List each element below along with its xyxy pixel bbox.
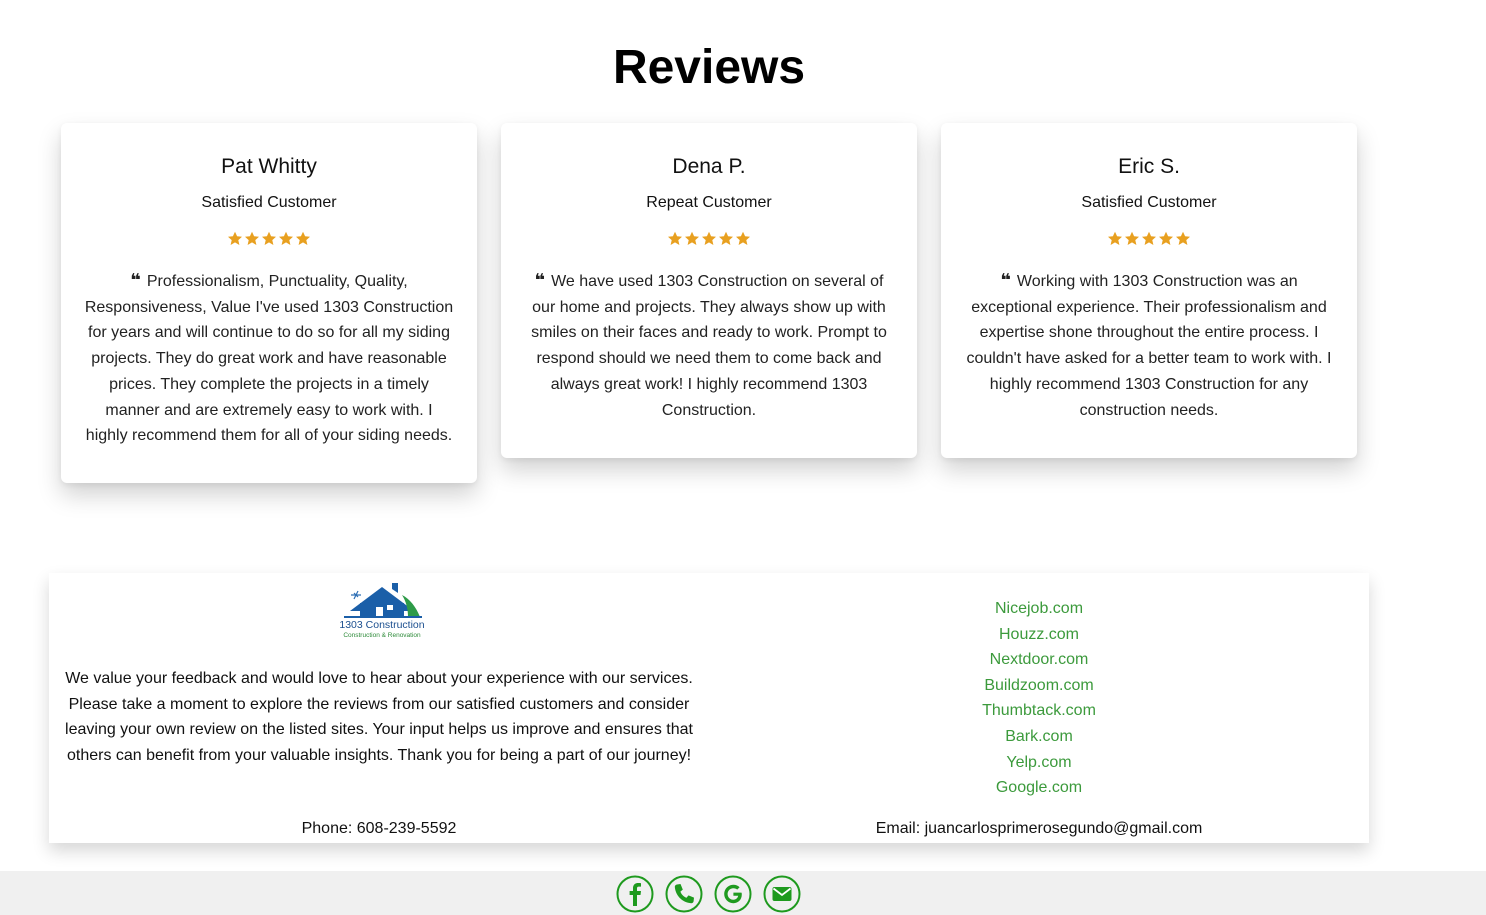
- review-site-link[interactable]: Buildzoom.com: [709, 673, 1369, 699]
- facebook-icon[interactable]: [616, 875, 654, 913]
- reviewer-name: Eric S.: [1118, 155, 1180, 178]
- logo-title: 1303 Construction: [339, 619, 425, 631]
- star-icon: [1142, 231, 1156, 245]
- social-links: [616, 875, 801, 913]
- feedback-message: We value your feedback and would love to…: [65, 670, 693, 765]
- review-site-item: Thumbtack.com: [709, 698, 1369, 724]
- review-site-link[interactable]: Nextdoor.com: [709, 647, 1369, 673]
- star-icon: [1159, 231, 1173, 245]
- star-icon: [736, 231, 750, 245]
- phone-icon[interactable]: [665, 875, 703, 913]
- reviewer-role: Satisfied Customer: [1081, 194, 1217, 211]
- star-icon: [1108, 231, 1122, 245]
- star-icon: [279, 231, 293, 245]
- star-icon: [228, 231, 242, 245]
- review-site-item: Nextdoor.com: [709, 647, 1369, 673]
- review-body: Professionalism, Punctuality, Quality, R…: [84, 273, 454, 445]
- logo-tagline: Construction & Renovation: [343, 632, 421, 639]
- star-icon: [685, 231, 699, 245]
- review-site-link[interactable]: Houzz.com: [709, 622, 1369, 648]
- review-site-item: Houzz.com: [709, 622, 1369, 648]
- reviewer-name: Dena P.: [672, 155, 746, 178]
- page-title: Reviews: [612, 41, 806, 94]
- star-icon: [668, 231, 682, 245]
- reviewer-role: Satisfied Customer: [201, 194, 337, 211]
- review-site-link[interactable]: Bark.com: [709, 724, 1369, 750]
- quote-icon: ❝: [1000, 270, 1011, 291]
- review-card: Eric S. Satisfied Customer ❝ Working with…: [941, 123, 1357, 458]
- review-site-item: Buildzoom.com: [709, 673, 1369, 699]
- email-icon[interactable]: [763, 875, 801, 913]
- review-card: Pat Whitty Satisfied Customer ❝ Professio…: [61, 123, 477, 483]
- quote-icon: ❝: [534, 270, 546, 291]
- review-body: We have used 1303 Construction on severa…: [531, 273, 887, 419]
- star-rating: [83, 231, 455, 249]
- star-icon: [1125, 231, 1139, 245]
- review-sites-panel: 1303 Construction Construction & Renovat…: [49, 573, 1369, 843]
- email-address: Email: juancarlosprimerosegundo@gmail.co…: [875, 820, 1203, 837]
- star-icon: [262, 231, 276, 245]
- star-rating: [523, 231, 895, 249]
- reviewer-name: Pat Whitty: [221, 155, 317, 178]
- phone-number: Phone: 608-239-5592: [301, 820, 457, 837]
- review-card: Dena P. Repeat Customer ❝ We have used 13…: [501, 123, 917, 458]
- review-site-link[interactable]: Google.com: [709, 775, 1369, 801]
- review-site-link[interactable]: Thumbtack.com: [709, 698, 1369, 724]
- review-site-item: Nicejob.com: [709, 596, 1369, 622]
- company-logo[interactable]: 1303 Construction Construction & Renovat…: [332, 581, 432, 639]
- review-text: ❝ Professionalism, Punctuality, Quality, …: [83, 268, 455, 449]
- review-text: ❝ Working with 1303 Construction was an e…: [963, 268, 1335, 423]
- review-site-item: Google.com: [709, 775, 1369, 801]
- quote-icon: ❝: [130, 270, 141, 291]
- review-site-link[interactable]: Yelp.com: [709, 750, 1369, 776]
- review-body: Working with 1303 Construction was an ex…: [966, 273, 1332, 419]
- star-icon: [719, 231, 733, 245]
- house-logo-icon: [344, 583, 422, 618]
- star-icon: [1176, 231, 1190, 245]
- star-icon: [296, 231, 310, 245]
- google-icon[interactable]: [714, 875, 752, 913]
- review-text: ❝ We have used 1303 Construction on sever…: [523, 268, 895, 423]
- footer-bar: [0, 871, 1486, 915]
- star-rating: [963, 231, 1335, 249]
- review-site-item: Bark.com: [709, 724, 1369, 750]
- star-icon: [702, 231, 716, 245]
- review-sites-list: Nicejob.com Houzz.com Nextdoor.com Buildzoo…: [709, 596, 1369, 801]
- review-site-link[interactable]: Nicejob.com: [709, 596, 1369, 622]
- reviewer-role: Repeat Customer: [646, 194, 772, 211]
- review-site-item: Yelp.com: [709, 750, 1369, 776]
- star-icon: [245, 231, 259, 245]
